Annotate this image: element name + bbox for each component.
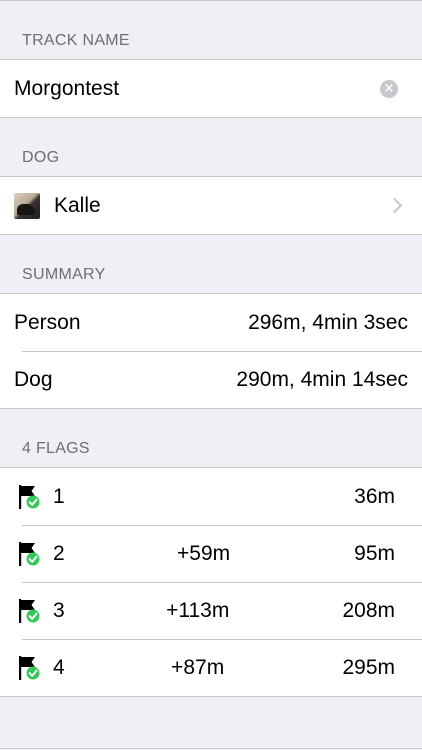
flag-check-icon [19,484,40,509]
flags-group: 1 36m 2 +59m 95m 3 +113m 208m 4 +87m 295… [0,467,422,697]
flag-number: 4 [53,655,65,679]
summary-header: SUMMARY [22,266,106,283]
dog-group: Kalle [0,176,422,235]
flag-check-icon [19,655,40,680]
summary-value: 296m, 4min 3sec [248,310,408,334]
flag-distance: 208m [342,598,395,622]
track-name-group: Morgontest × [0,59,422,118]
flag-distance: 295m [342,655,395,679]
chevron-right-icon [386,197,403,214]
track-name-value[interactable]: Morgontest [14,77,119,101]
track-name-header: TRACK NAME [22,32,130,49]
track-name-field[interactable]: Morgontest × [0,60,422,117]
summary-group: Person 296m, 4min 3sec Dog 290m, 4min 14… [0,293,422,409]
dog-avatar [14,192,40,219]
flag-delta: +113m [166,598,230,622]
summary-row-dog: Dog 290m, 4min 14sec [0,351,422,408]
summary-row-person: Person 296m, 4min 3sec [0,294,422,351]
flag-number: 3 [53,598,65,622]
flag-check-icon [19,598,40,623]
summary-value: 290m, 4min 14sec [236,367,408,391]
flag-row[interactable]: 2 +59m 95m [0,525,422,582]
flag-distance: 95m [354,541,395,565]
flag-check-icon [19,541,40,566]
flag-row[interactable]: 3 +113m 208m [0,582,422,639]
dog-name: Kalle [54,193,101,217]
flags-header: 4 FLAGS [22,440,90,457]
bottom-divider [0,748,422,749]
flag-distance: 36m [354,484,395,508]
clear-icon[interactable]: × [380,79,398,98]
summary-label: Person [14,310,81,334]
dog-header: DOG [22,149,60,166]
flag-number: 2 [53,541,65,565]
flag-row[interactable]: 1 36m [0,468,422,525]
flag-number: 1 [53,484,65,508]
flag-row[interactable]: 4 +87m 295m [0,639,422,696]
summary-label: Dog [14,367,53,391]
flag-delta: +87m [171,655,225,679]
flag-delta: +59m [177,541,231,565]
dog-row[interactable]: Kalle [0,177,422,234]
